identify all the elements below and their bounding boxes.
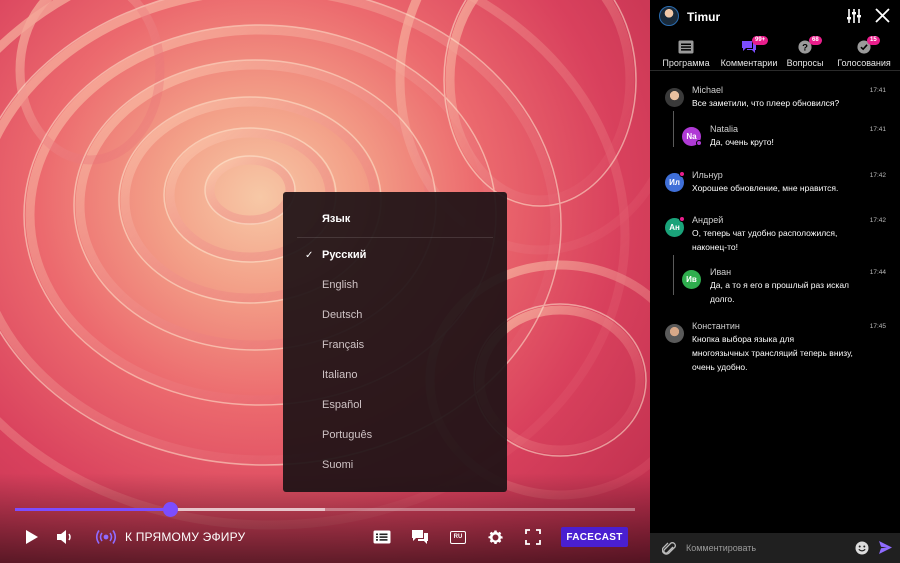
tab-comments[interactable]: 99+ Комментарии [718, 33, 780, 71]
settings-button[interactable] [485, 526, 505, 548]
sidebar: Timur Программа 99+ Комментарии ? 68 Воп… [650, 0, 900, 563]
language-option-portuguese[interactable]: Português [322, 429, 372, 441]
status-dot [679, 216, 685, 222]
language-option-english[interactable]: English [322, 279, 358, 291]
message-text: Все заметили, что плеер обновился? [692, 98, 840, 108]
speaker-icon [57, 530, 71, 544]
avatar[interactable] [659, 6, 679, 26]
check-icon: ✓ [305, 250, 314, 261]
language-badge: RU [450, 530, 466, 544]
message-time: 17:45 [869, 323, 886, 330]
message-time: 17:42 [869, 172, 886, 179]
sidebar-tabs: Программа 99+ Комментарии ? 68 Вопросы 1… [650, 33, 900, 71]
message-time: 17:42 [869, 217, 886, 224]
chat-icon [412, 530, 428, 544]
avatar [665, 324, 684, 343]
live-broadcast-icon [95, 530, 117, 544]
video-player[interactable]: Язык ✓ Русский English Deutsch Français … [0, 0, 650, 563]
message-text: Кнопка выбора языка для [692, 334, 795, 344]
language-option-french[interactable]: Français [322, 339, 364, 351]
emoji-icon [855, 541, 869, 555]
message-text: наконец-то! [692, 242, 738, 252]
tab-label: Комментарии [720, 58, 778, 68]
author-name: Иван [710, 267, 732, 277]
author-name: Michael [692, 85, 724, 95]
svg-text:?: ? [802, 43, 808, 54]
language-option-italian[interactable]: Italiano [322, 369, 357, 381]
status-dot [679, 171, 685, 177]
message-text: очень удобно. [692, 362, 748, 372]
polls-badge: 15 [867, 36, 880, 45]
facecast-brand-button[interactable]: FACECAST [561, 527, 628, 547]
message-text: Да, а то я его в прошлый раз искал [710, 280, 850, 290]
volume-button[interactable] [55, 526, 77, 548]
gear-icon [487, 530, 503, 544]
tab-label: Голосования [837, 58, 891, 68]
live-button[interactable] [94, 526, 118, 548]
fullscreen-icon [525, 529, 541, 545]
language-button[interactable]: RU [448, 526, 468, 548]
comments-badge: 99+ [752, 36, 769, 45]
message-text: Да, очень круто! [710, 137, 774, 147]
message-text: многоязычных трансляций теперь внизу, [692, 348, 853, 358]
user-name: Timur [687, 10, 721, 24]
language-menu: Язык ✓ Русский English Deutsch Français … [283, 192, 507, 492]
program-button[interactable] [372, 526, 392, 548]
progress-played [15, 508, 170, 511]
play-button[interactable] [22, 526, 42, 548]
sidebar-settings-button[interactable] [846, 8, 862, 29]
progress-bar[interactable] [15, 502, 635, 517]
list-icon [678, 40, 694, 54]
send-icon [879, 541, 892, 554]
author-name: Ильнур [692, 170, 723, 180]
send-button[interactable] [878, 540, 893, 560]
reply-thread-line [673, 111, 674, 147]
play-icon [26, 530, 38, 544]
author-name: Константин [692, 321, 740, 331]
paperclip-icon [661, 542, 676, 555]
message-time: 17:41 [869, 87, 886, 94]
tab-label: Программа [662, 58, 710, 68]
close-icon [875, 8, 890, 23]
tab-label: Вопросы [786, 58, 824, 68]
message-text: долго. [710, 294, 735, 304]
tab-questions[interactable]: ? 68 Вопросы [780, 33, 830, 71]
avatar: Ив [682, 270, 701, 289]
language-option-finnish[interactable]: Suomi [322, 459, 353, 471]
sidebar-header: Timur [650, 0, 900, 33]
attach-button[interactable] [661, 540, 676, 561]
sliders-icon [847, 9, 861, 23]
language-option-russian[interactable]: Русский [322, 249, 366, 261]
language-option-spanish[interactable]: Español [322, 399, 362, 411]
language-option-german[interactable]: Deutsch [322, 309, 362, 321]
progress-handle[interactable] [163, 502, 178, 517]
reply-thread-line [673, 255, 674, 295]
author-name: Андрей [692, 215, 724, 225]
sidebar-close-button[interactable] [874, 7, 891, 29]
live-label[interactable]: К ПРЯМОМУ ЭФИРУ [125, 530, 245, 544]
author-name: Natalia [710, 124, 739, 134]
questions-badge: 68 [809, 36, 822, 45]
status-dot [696, 140, 702, 146]
tab-program[interactable]: Программа [654, 33, 718, 71]
chat-toggle-button[interactable] [410, 526, 430, 548]
list-icon [373, 530, 391, 544]
comment-input[interactable] [686, 539, 846, 557]
tab-polls[interactable]: 15 Голосования [830, 33, 898, 71]
message-time: 17:41 [869, 126, 886, 133]
language-menu-title: Язык [322, 213, 351, 225]
message-text: Хорошее обновление, мне нравится. [692, 183, 839, 193]
menu-divider [297, 237, 493, 238]
message-text: О, теперь чат удобно расположился, [692, 228, 838, 238]
avatar [665, 88, 684, 107]
emoji-button[interactable] [855, 541, 869, 560]
fullscreen-button[interactable] [523, 526, 543, 548]
comment-bar [650, 533, 900, 563]
message-time: 17:44 [869, 269, 886, 276]
